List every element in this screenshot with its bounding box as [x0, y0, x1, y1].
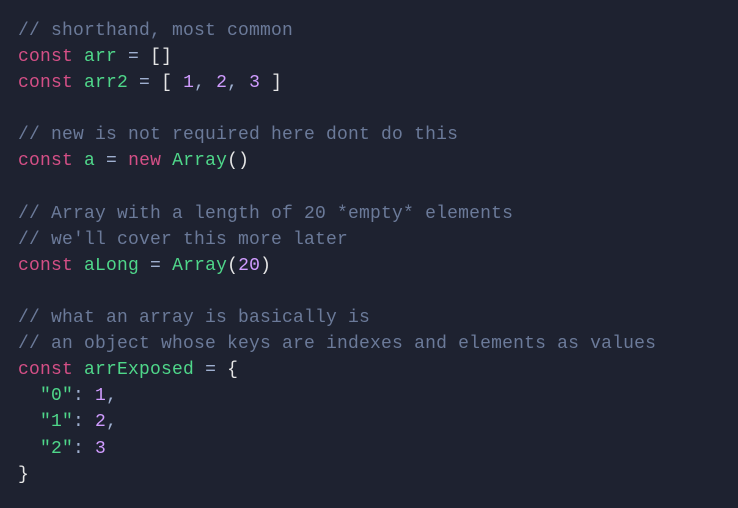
num-token: 3 [95, 439, 106, 459]
num-token: 1 [183, 73, 194, 93]
code-line: "2": 3 [18, 436, 720, 462]
op-token: , [194, 73, 216, 93]
keyword-token: const [18, 151, 73, 171]
code-line: // we'll cover this more later [18, 227, 720, 253]
punct-token: ] [260, 73, 282, 93]
punct-token: } [18, 465, 29, 485]
code-line [18, 175, 720, 201]
punct-token: [] [150, 47, 172, 67]
code-line: "0": 1, [18, 383, 720, 409]
op-token [18, 386, 40, 406]
comment-token: // what an array is basically is [18, 308, 370, 328]
code-line: // an object whose keys are indexes and … [18, 331, 720, 357]
keyword-token: const [18, 256, 73, 276]
op-token: = [128, 73, 161, 93]
op-token: : [73, 386, 95, 406]
ident-token: arr2 [84, 73, 128, 93]
num-token: 1 [95, 386, 106, 406]
comment-token: // we'll cover this more later [18, 230, 348, 250]
code-line [18, 96, 720, 122]
op-token: : [73, 412, 95, 432]
op-token: , [106, 386, 117, 406]
op-token: , [106, 412, 117, 432]
op-token [73, 73, 84, 93]
code-line: // what an array is basically is [18, 305, 720, 331]
op-token [161, 151, 172, 171]
keyword-token: new [128, 151, 161, 171]
code-line: const aLong = Array(20) [18, 253, 720, 279]
code-line [18, 279, 720, 305]
op-token [73, 151, 84, 171]
op-token [18, 439, 40, 459]
ident-token: Array [172, 151, 227, 171]
punct-token: () [227, 151, 249, 171]
code-line: "1": 2, [18, 409, 720, 435]
comment-token: // shorthand, most common [18, 21, 293, 41]
op-token [73, 360, 84, 380]
code-line: const arr2 = [ 1, 2, 3 ] [18, 70, 720, 96]
str-token: "2" [40, 439, 73, 459]
str-token: "0" [40, 386, 73, 406]
ident-token: arr [84, 47, 117, 67]
ident-token: a [84, 151, 95, 171]
num-token: 20 [238, 256, 260, 276]
op-token: = [139, 256, 172, 276]
comment-token: // new is not required here dont do this [18, 125, 458, 145]
punct-token: ( [227, 256, 238, 276]
num-token: 2 [216, 73, 227, 93]
op-token: = [194, 360, 227, 380]
op-token [73, 256, 84, 276]
code-line: // shorthand, most common [18, 18, 720, 44]
code-block: // shorthand, most commonconst arr = []c… [18, 18, 720, 488]
num-token: 2 [95, 412, 106, 432]
keyword-token: const [18, 73, 73, 93]
comment-token: // an object whose keys are indexes and … [18, 334, 656, 354]
comment-token: // Array with a length of 20 *empty* ele… [18, 204, 513, 224]
op-token [73, 47, 84, 67]
code-line: // Array with a length of 20 *empty* ele… [18, 201, 720, 227]
code-line: } [18, 462, 720, 488]
code-line: // new is not required here dont do this [18, 122, 720, 148]
op-token [18, 412, 40, 432]
punct-token: { [227, 360, 238, 380]
keyword-token: const [18, 47, 73, 67]
num-token: 3 [249, 73, 260, 93]
op-token: , [227, 73, 249, 93]
code-line: const arrExposed = { [18, 357, 720, 383]
op-token: = [117, 47, 150, 67]
op-token: = [95, 151, 128, 171]
code-line: const arr = [] [18, 44, 720, 70]
punct-token: [ [161, 73, 183, 93]
code-line: const a = new Array() [18, 148, 720, 174]
ident-token: arrExposed [84, 360, 194, 380]
op-token: : [73, 439, 95, 459]
punct-token: ) [260, 256, 271, 276]
keyword-token: const [18, 360, 73, 380]
str-token: "1" [40, 412, 73, 432]
ident-token: aLong [84, 256, 139, 276]
ident-token: Array [172, 256, 227, 276]
